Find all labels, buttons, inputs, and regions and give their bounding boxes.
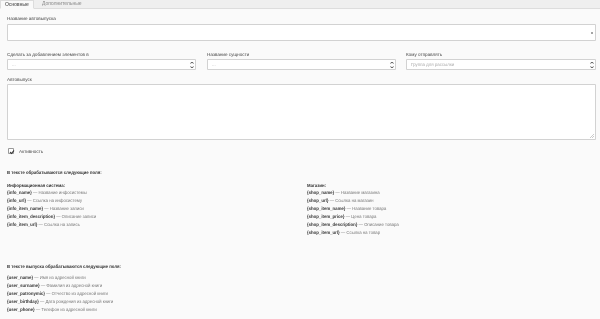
entity-label: Название сущности [207,52,250,57]
list-item: {user_surname} — Фамилия из адресной кни… [7,283,103,288]
auto-textarea[interactable] [7,84,596,140]
chevron-down-icon [190,62,194,68]
list-item: {shop_name} — Название магазина [307,190,380,195]
name-label: Название автовыпуска [7,16,56,21]
auto-label: Автовыпуск [7,77,32,82]
active-checkbox[interactable] [8,148,15,155]
list-item: {user_phone} — Телефон из адресной книги [7,307,97,312]
send-select-placeholder: Группа для рассылки [411,62,455,67]
list-item: {user_birthday} — Дата рождения из адрес… [7,299,114,304]
list-item: {shop_item_url} — Ссылка на товар [307,230,381,235]
list-item: {info_url} — Ссылка на инфосистему [7,198,83,203]
list-item: {user_patronymic} — Отчество из адресной… [7,291,108,296]
list-item: {shop_item_price} — Цена товара [307,214,377,219]
after-label: Сделать за добавлением элементов в [7,52,89,57]
list-item: {info_item_name} — Название записи [7,206,84,211]
list-item: {info_item_url} — Ссылка на запись [7,222,80,227]
list-item: {info_item_description} — Описание запис… [7,214,97,219]
list-item: {shop_item_description} — Описание товар… [307,222,399,227]
entity-select[interactable]: ... [207,59,396,70]
send-select[interactable]: Группа для рассылки [406,59,596,70]
tab-main[interactable]: Основные [0,0,34,9]
resize-handle-icon[interactable] [589,133,595,139]
chevron-down-icon [390,62,394,68]
send-label: Кому отправлять [406,52,443,57]
entity-select-value: ... [212,62,216,67]
after-select[interactable]: ... [7,59,196,70]
list-item: {user_name} — Имя из адресной книги [7,275,86,280]
checkmark-icon [9,150,15,155]
tab-additional[interactable]: Дополнительные [38,0,86,9]
shop-title: Магазин: [307,183,327,188]
info-title: Информационная система: [7,183,66,188]
tab-bar: Основные Дополнительные [0,0,600,9]
list-item: {shop_url} — Ссылка на магазин [307,198,374,203]
list-item: {shop_item_name} — Название товара [307,206,387,211]
help-title-1: В тексте обрабатываются следующие поля: [7,170,102,175]
name-input[interactable] [7,24,596,41]
help-title-2: В тексте выпуска обрабатываются следующи… [7,264,121,269]
input-indicator-icon [591,32,593,34]
active-label: Активность [19,149,44,154]
chevron-down-icon [590,62,594,68]
after-select-value: ... [12,62,16,67]
list-item: {info_name} — Название инфосистемы [7,190,87,195]
